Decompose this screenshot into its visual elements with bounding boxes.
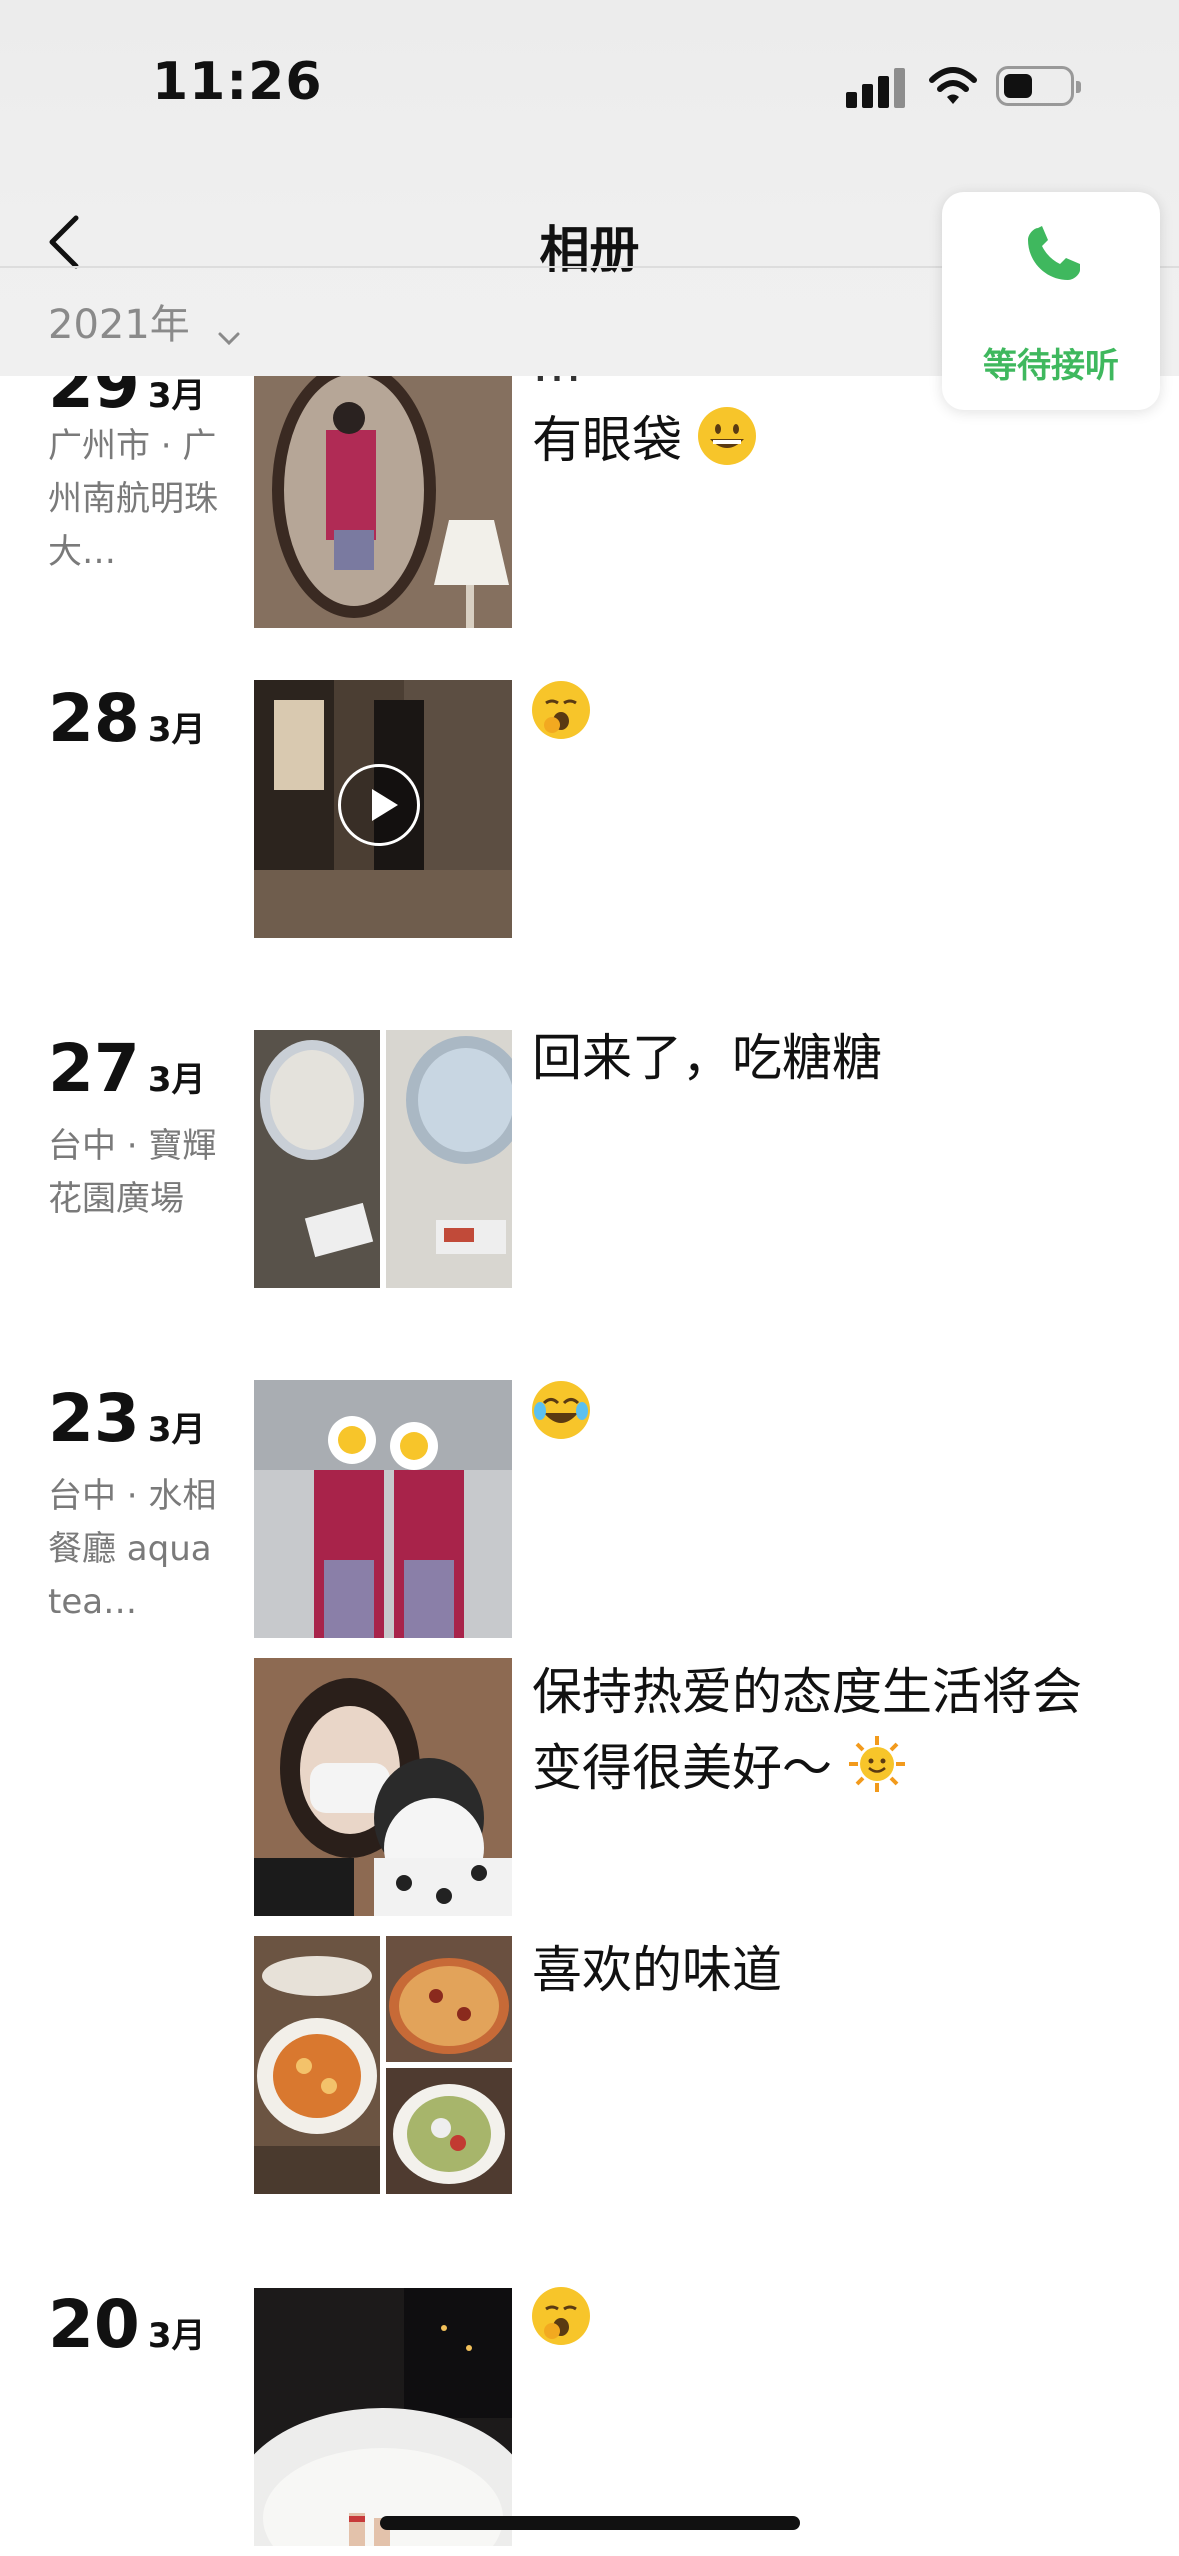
entry-month: 3月	[147, 2316, 206, 2356]
entry-caption	[532, 2282, 1092, 2358]
entry-month: 3月	[147, 1410, 206, 1450]
entry-month: 3月	[147, 376, 206, 416]
entry-month: 3月	[147, 1060, 206, 1100]
signal-icon	[846, 68, 914, 108]
entry-caption: 保持热爱的态度生活将会变得很美好～	[532, 1654, 1092, 1806]
entry-day: 28	[48, 680, 140, 757]
battery-icon	[996, 66, 1081, 106]
entry-day: 23	[48, 1380, 140, 1457]
caption-text: 保持热爱的态度生活将会变得很美好～	[532, 1663, 1082, 1797]
yawn-emoji-icon	[532, 2287, 590, 2345]
yawn-emoji-icon	[532, 681, 590, 739]
year-filter-dropdown[interactable]: 2021年	[48, 292, 241, 350]
entry-date: 27 3月	[48, 1030, 206, 1107]
video-thumbnail[interactable]	[254, 680, 512, 938]
photo-thumbnail[interactable]	[254, 1658, 512, 1916]
photo-thumbnail[interactable]	[254, 370, 512, 628]
entry-caption: 回来了，吃糖糖	[532, 1029, 882, 1087]
photo-tile	[386, 1936, 512, 2062]
caption-line: 有眼袋	[532, 402, 1092, 478]
photo-tile	[254, 1030, 380, 1288]
photo-thumbnail[interactable]	[254, 1936, 512, 2194]
entry-location: 台中 · 寶輝花園廣場	[48, 1126, 217, 1219]
entry-location: 广州市 · 广州南航明珠大…	[48, 426, 218, 572]
photo-tile	[254, 1936, 380, 2194]
grin-emoji-icon	[697, 407, 756, 465]
call-status-label: 等待接听	[983, 346, 1119, 386]
entry-date: 28 3月	[48, 680, 206, 757]
photo-thumbnail[interactable]	[254, 1380, 512, 1638]
play-icon[interactable]	[338, 764, 420, 846]
home-indicator[interactable]	[380, 2516, 800, 2530]
photo-thumbnail[interactable]	[254, 2288, 512, 2546]
photo-tile	[386, 1030, 512, 1288]
entry-day: 20	[48, 2286, 140, 2363]
entry-caption	[532, 676, 1092, 752]
phone-icon	[1020, 222, 1084, 286]
wifi-icon	[928, 64, 978, 108]
photo-tile	[386, 2068, 512, 2194]
caption-text: 有眼袋	[532, 411, 682, 469]
year-label: 2021年	[48, 302, 190, 348]
sun-emoji-icon	[848, 1735, 906, 1793]
entry-day: 27	[48, 1030, 140, 1107]
status-time: 11:26	[152, 52, 323, 112]
entry-date: 23 3月	[48, 1380, 206, 1457]
entry-caption: 喜欢的味道	[532, 1941, 782, 1999]
tears-of-joy-emoji-icon	[532, 1381, 590, 1439]
entry-date: 20 3月	[48, 2286, 206, 2363]
entry-caption	[532, 1376, 1092, 1452]
entry-location: 台中 · 水相餐廳 aqua tea…	[48, 1476, 217, 1622]
waiting-call-widget[interactable]: 等待接听	[942, 192, 1160, 410]
photo-thumbnail[interactable]	[254, 1030, 512, 1288]
entry-month: 3月	[147, 710, 206, 750]
chevron-down-icon	[217, 315, 241, 346]
